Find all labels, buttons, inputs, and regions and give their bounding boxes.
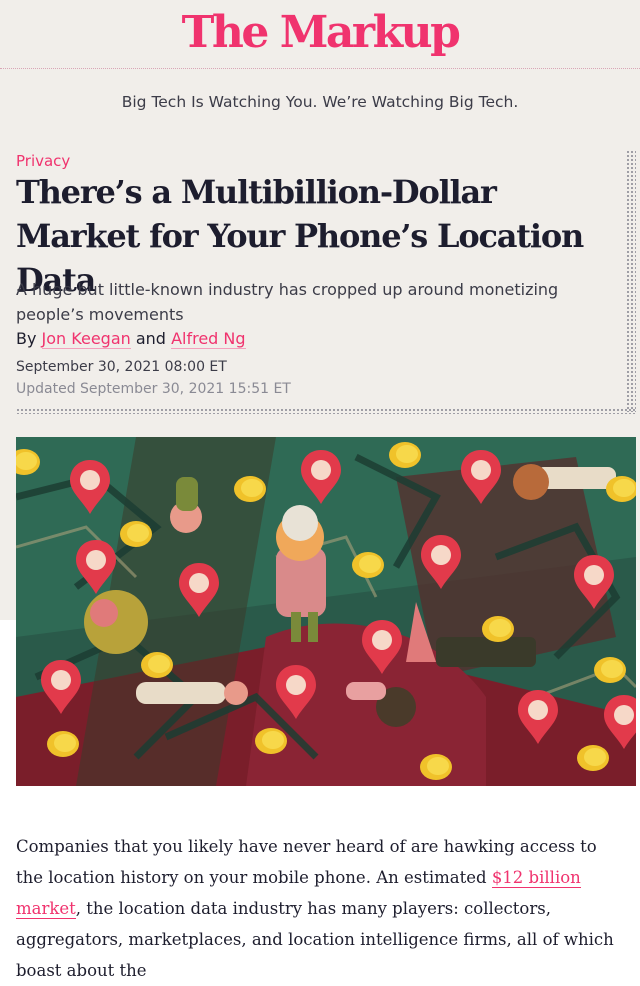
site-tagline: Big Tech Is Watching You. We’re Watching…: [121, 93, 519, 111]
byline-prefix: By: [16, 329, 37, 348]
body-text-part2: , the location data industry has many pl…: [16, 899, 614, 980]
publish-date: September 30, 2021 08:00 ET: [16, 359, 227, 375]
article-body-paragraph: Companies that you likely have never hea…: [16, 831, 626, 986]
hero-illustration: [16, 437, 636, 786]
updated-date: Updated September 30, 2021 15:51 ET: [16, 381, 291, 397]
hero-illustration-svg: [16, 437, 636, 786]
site-logo[interactable]: The Markup: [0, 4, 640, 62]
byline: By Jon Keegan and Alfred Ng: [16, 328, 246, 350]
header-divider: [0, 68, 640, 69]
author-link-alfred-ng[interactable]: Alfred Ng: [171, 329, 246, 349]
article-category-link[interactable]: Privacy: [16, 151, 70, 171]
card-shadow-right: [626, 150, 636, 412]
byline-conjunction: and: [135, 329, 166, 348]
card-shadow-bottom: [16, 408, 636, 414]
article-dek: A huge but little-known industry has cro…: [16, 280, 559, 324]
author-link-jon-keegan[interactable]: Jon Keegan: [41, 329, 131, 349]
